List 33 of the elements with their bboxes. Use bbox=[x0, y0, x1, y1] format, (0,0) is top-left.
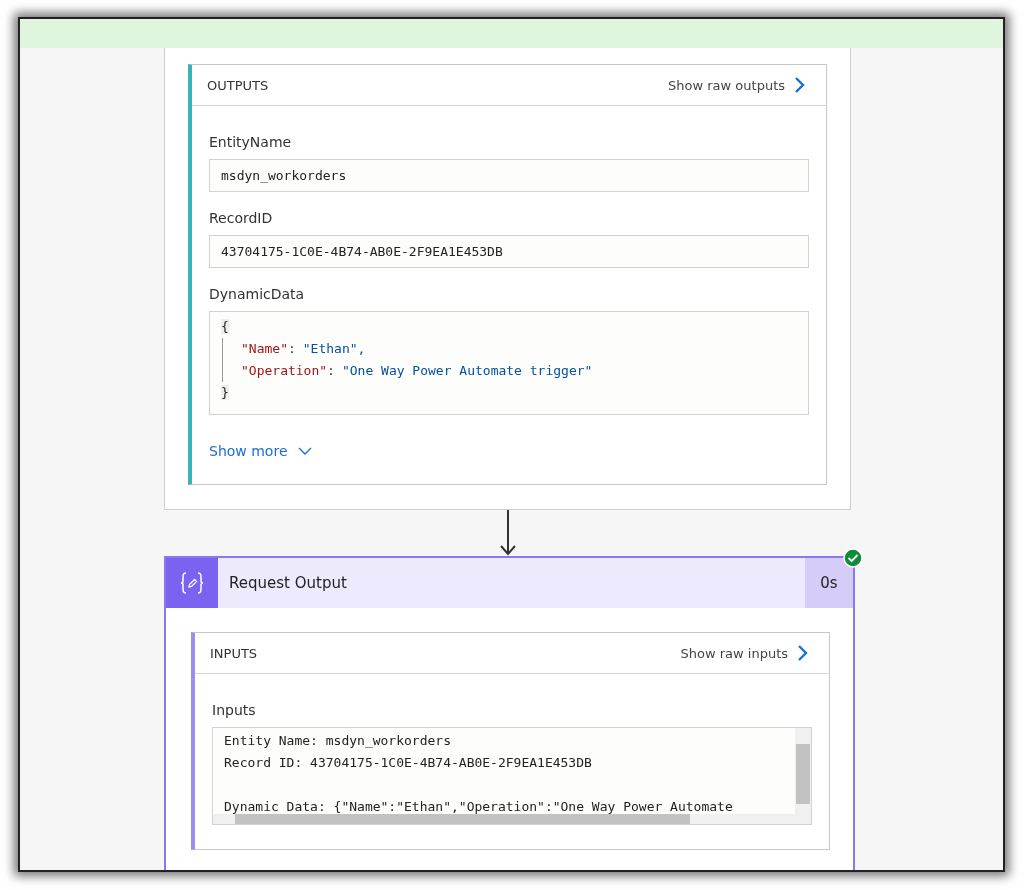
show-raw-inputs-link[interactable]: Show raw inputs bbox=[680, 644, 809, 662]
horizontal-scrollbar[interactable] bbox=[213, 814, 795, 824]
field-label: Inputs bbox=[212, 702, 257, 718]
json-value: "One Way Power Automate trigger" bbox=[341, 363, 593, 378]
chevron-right-icon bbox=[794, 76, 806, 94]
json-colon: : bbox=[287, 341, 296, 356]
text-line: Entity Name: msdyn_workorders bbox=[224, 732, 452, 750]
action-title: Request Output bbox=[229, 574, 348, 592]
json-brace: } bbox=[221, 385, 229, 400]
field-label: RecordID bbox=[209, 210, 274, 226]
text-line: Dynamic Data: {"Name":"Ethan","Operation":"One Way Power Automate bbox=[224, 798, 734, 816]
action-header[interactable]: Request Output 0s bbox=[166, 558, 853, 608]
outputs-heading: OUTPUTS bbox=[207, 77, 269, 93]
text-line: Record ID: 43704175-1C0E-4B74-AB0E-2F9EA1E453DB bbox=[224, 754, 593, 772]
inputs-text-area[interactable]: Entity Name: msdyn_workorders Record ID: 43704175-1C0E-4B74-AB0E-2F9EA1E453DB Dynamic Data: {"Name":"Ethan","Operation":"One Way Power Automate bbox=[212, 727, 812, 825]
chevron-right-icon bbox=[797, 644, 809, 662]
chevron-down-icon bbox=[297, 446, 312, 456]
json-colon: : bbox=[327, 363, 335, 378]
json-value: "Ethan", bbox=[302, 341, 366, 356]
curly-braces-pencil-icon bbox=[178, 569, 206, 597]
inputs-heading: INPUTS bbox=[210, 645, 258, 661]
field-label: DynamicData bbox=[209, 286, 306, 302]
down-arrow-icon bbox=[498, 510, 518, 556]
vertical-scrollbar[interactable] bbox=[795, 728, 811, 824]
value-field: msdyn_workorders bbox=[209, 159, 809, 192]
json-key: "Operation" bbox=[241, 363, 328, 378]
field-label: EntityName bbox=[209, 134, 293, 150]
show-more-link[interactable]: Show more bbox=[209, 443, 312, 459]
json-key: "Name" bbox=[241, 341, 288, 356]
duration-label: 0s bbox=[805, 558, 853, 608]
show-raw-outputs-link[interactable]: Show raw outputs bbox=[668, 76, 806, 94]
json-brace: { bbox=[221, 319, 229, 334]
value-field: 43704175-1C0E-4B74-AB0E-2F9EA1E453DB bbox=[209, 235, 809, 268]
